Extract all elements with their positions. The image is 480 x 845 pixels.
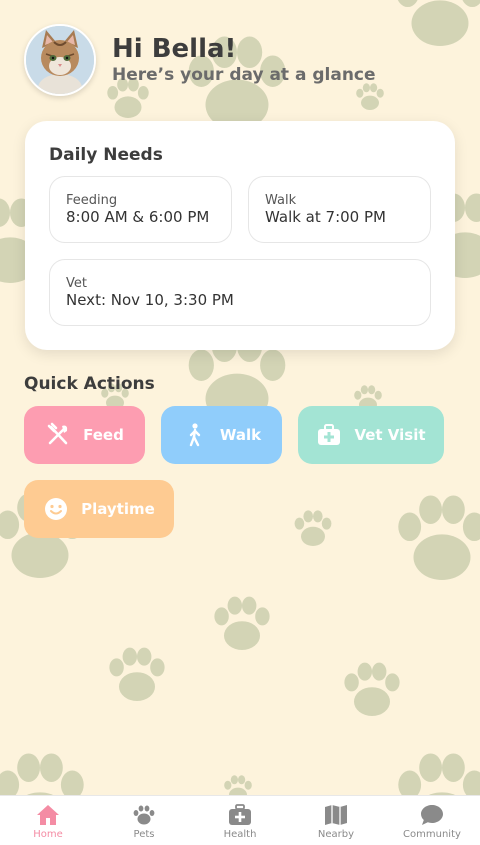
chat-bubble-icon — [420, 804, 444, 826]
medical-kit-icon — [316, 422, 342, 448]
nav-item-health[interactable]: Health — [192, 796, 288, 845]
smiley-icon — [43, 496, 69, 522]
walking-person-icon — [182, 422, 208, 448]
vet-label: Vet — [66, 276, 87, 291]
walk-button-label: Walk — [219, 426, 262, 444]
nav-label-pets: Pets — [133, 829, 155, 840]
nav-item-home[interactable]: Home — [0, 796, 96, 845]
nav-item-nearby[interactable]: Nearby — [288, 796, 384, 845]
vet-value: Next: Nov 10, 3:30 PM — [66, 291, 234, 309]
nav-item-pets[interactable]: Pets — [96, 796, 192, 845]
walk-box[interactable]: Walk Walk at 7:00 PM — [248, 176, 431, 243]
playtime-button[interactable]: Playtime — [24, 480, 174, 538]
greeting-subtitle: Here’s your day at a glance — [112, 65, 376, 85]
daily-needs-title: Daily Needs — [49, 145, 163, 165]
medical-kit-icon — [228, 804, 252, 826]
daily-needs-card: Daily Needs Feeding 8:00 AM & 6:00 PM Wa… — [25, 121, 455, 350]
nav-label-nearby: Nearby — [317, 829, 355, 840]
bottom-nav: Home Pets Health Nearby Community — [0, 795, 480, 845]
nav-label-community: Community — [403, 829, 461, 840]
vet-visit-button-label: Vet Visit — [354, 426, 426, 444]
map-icon — [324, 804, 348, 826]
quick-actions-title: Quick Actions — [24, 374, 155, 394]
feeding-value: 8:00 AM & 6:00 PM — [66, 208, 210, 226]
walk-button[interactable]: Walk — [161, 406, 282, 464]
app-screen: Hi Bella! Here’s your day at a glance Da… — [0, 0, 480, 845]
home-icon — [36, 804, 60, 826]
header: Hi Bella! Here’s your day at a glance — [24, 24, 464, 96]
greeting-title: Hi Bella! — [112, 34, 237, 64]
avatar[interactable] — [24, 24, 96, 96]
walk-value: Walk at 7:00 PM — [265, 208, 386, 226]
feeding-box[interactable]: Feeding 8:00 AM & 6:00 PM — [49, 176, 232, 243]
vet-visit-button[interactable]: Vet Visit — [298, 406, 444, 464]
nav-item-community[interactable]: Community — [384, 796, 480, 845]
feeding-label: Feeding — [66, 193, 118, 208]
paw-icon — [132, 804, 156, 826]
vet-box[interactable]: Vet Next: Nov 10, 3:30 PM — [49, 259, 431, 326]
feed-button[interactable]: Feed — [24, 406, 145, 464]
nav-label-home: Home — [33, 829, 63, 840]
feed-button-label: Feed — [83, 426, 124, 444]
playtime-button-label: Playtime — [81, 500, 155, 518]
walk-label: Walk — [265, 193, 297, 208]
kitten-avatar-image — [26, 26, 94, 94]
nav-label-health: Health — [223, 829, 257, 840]
fork-knife-icon — [45, 422, 71, 448]
